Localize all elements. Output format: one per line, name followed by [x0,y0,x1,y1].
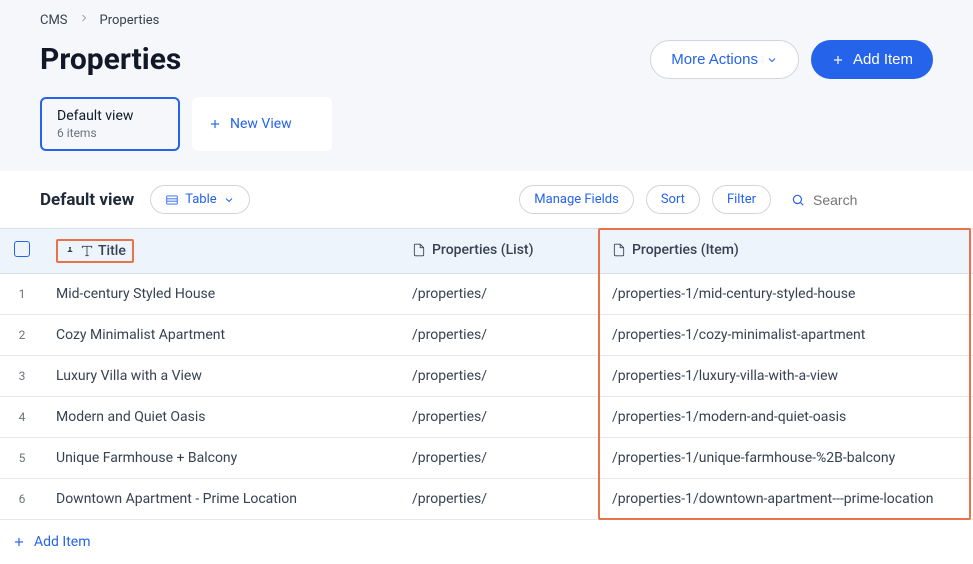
cell-item-path[interactable]: /properties-1/modern-and-quiet-oasis [600,397,973,438]
page-link-icon [412,243,426,257]
row-number: 2 [0,315,44,356]
cell-list-path[interactable]: /properties/ [400,315,600,356]
cell-item-path[interactable]: /properties-1/luxury-villa-with-a-view [600,356,973,397]
column-header-title[interactable]: Title [44,229,400,274]
page-title: Properties [40,42,181,77]
cell-list-path[interactable]: /properties/ [400,274,600,315]
cell-title[interactable]: Luxury Villa with a View [44,356,400,397]
plus-icon [208,117,222,131]
cell-item-path[interactable]: /properties-1/mid-century-styled-house [600,274,973,315]
search-input[interactable] [813,192,933,208]
filter-button[interactable]: Filter [712,185,771,214]
search-input-wrap[interactable] [783,192,933,208]
new-view-button[interactable]: New View [192,97,332,151]
row-number: 1 [0,274,44,315]
data-table: Title Properties (List) Properties (Item… [0,228,973,520]
table-row[interactable]: 6Downtown Apartment - Prime Location/pro… [0,479,973,520]
row-number: 4 [0,397,44,438]
cell-title[interactable]: Modern and Quiet Oasis [44,397,400,438]
cell-item-path[interactable]: /properties-1/downtown-apartment---prime… [600,479,973,520]
active-view-title: Default view [40,190,134,210]
column-header-item[interactable]: Properties (Item) [600,229,973,274]
cell-list-path[interactable]: /properties/ [400,397,600,438]
more-actions-button[interactable]: More Actions [650,40,799,79]
manage-fields-button[interactable]: Manage Fields [519,185,634,214]
text-type-icon [80,244,94,258]
row-number: 6 [0,479,44,520]
table-row[interactable]: 1Mid-century Styled House/properties//pr… [0,274,973,315]
chevron-right-icon [78,12,90,28]
page-link-icon [612,243,626,257]
view-card-title: Default view [57,108,163,124]
row-number: 5 [0,438,44,479]
select-all-header[interactable] [0,229,44,274]
view-card-count: 6 items [57,126,163,140]
cell-list-path[interactable]: /properties/ [400,356,600,397]
cell-title[interactable]: Downtown Apartment - Prime Location [44,479,400,520]
chevron-down-icon [766,54,778,66]
cell-item-path[interactable]: /properties-1/unique-farmhouse-%2B-balco… [600,438,973,479]
cell-title[interactable]: Cozy Minimalist Apartment [44,315,400,356]
view-mode-selector[interactable]: Table [150,185,249,214]
table-icon [165,193,179,207]
checkbox-icon[interactable] [14,241,30,257]
table-row[interactable]: 3Luxury Villa with a View/properties//pr… [0,356,973,397]
cell-title[interactable]: Mid-century Styled House [44,274,400,315]
plus-icon [12,535,26,549]
table-row[interactable]: 2Cozy Minimalist Apartment/properties//p… [0,315,973,356]
plus-icon [831,53,845,67]
column-header-list[interactable]: Properties (List) [400,229,600,274]
cell-title[interactable]: Unique Farmhouse + Balcony [44,438,400,479]
sort-button[interactable]: Sort [646,185,700,214]
row-number: 3 [0,356,44,397]
breadcrumb-current: Properties [100,13,160,28]
view-card-default[interactable]: Default view 6 items [40,97,180,151]
search-icon [791,193,805,207]
chevron-down-icon [223,194,235,206]
cell-list-path[interactable]: /properties/ [400,438,600,479]
cell-list-path[interactable]: /properties/ [400,479,600,520]
add-item-footer-button[interactable]: Add Item [0,520,973,564]
pin-icon [64,245,76,257]
breadcrumb-root[interactable]: CMS [40,13,68,28]
cell-item-path[interactable]: /properties-1/cozy-minimalist-apartment [600,315,973,356]
add-item-button[interactable]: Add Item [811,40,933,79]
breadcrumb: CMS Properties [40,8,933,40]
table-row[interactable]: 5Unique Farmhouse + Balcony/properties//… [0,438,973,479]
table-row[interactable]: 4Modern and Quiet Oasis/properties//prop… [0,397,973,438]
